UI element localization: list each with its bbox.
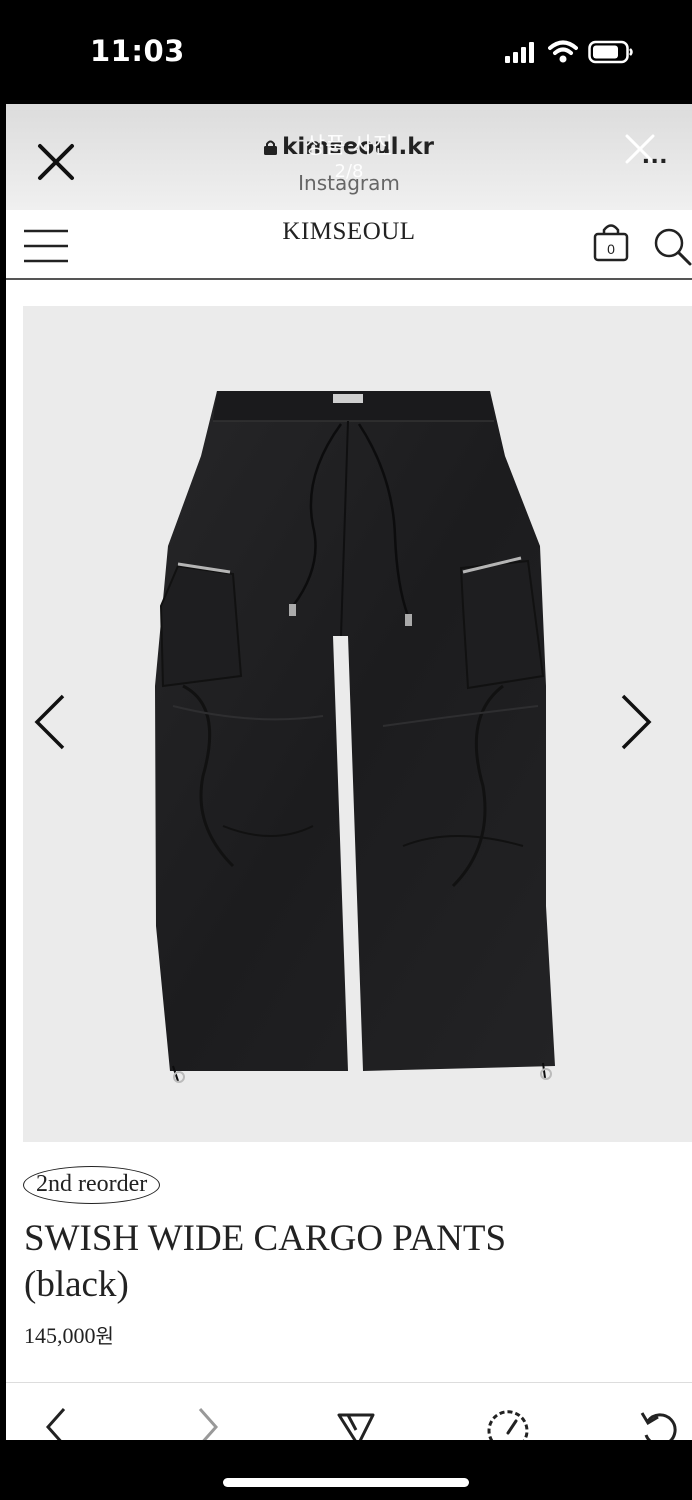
product-image[interactable] [23, 306, 692, 1142]
more-options-button[interactable]: ... [642, 138, 668, 170]
speed-icon[interactable] [486, 1405, 530, 1440]
product-name-line1: SWISH WIDE CARGO PANTS [24, 1218, 507, 1259]
chevron-right-icon[interactable] [616, 692, 656, 752]
price-amount: 145,000 [24, 1323, 96, 1348]
product-name-line2: (black) [24, 1264, 129, 1305]
reorder-badge: 2nd reorder [23, 1166, 161, 1204]
status-bar: 11:03 [0, 0, 692, 104]
signal-icon [505, 42, 534, 63]
product-name: SWISH WIDE CARGO PANTS (black) [24, 1216, 664, 1308]
overlay-counter: 2/8 [334, 161, 364, 182]
battery-icon [588, 40, 633, 64]
home-bar-area [0, 1440, 692, 1500]
price-currency: 원 [95, 1324, 114, 1348]
back-arrow-icon[interactable] [42, 1405, 68, 1440]
app-screen: kimseoul.kr Instagram 상품 사진 2/8 ... 0 KI… [6, 104, 692, 1440]
home-indicator[interactable] [223, 1478, 469, 1487]
brand-logo[interactable]: KIMSEOUL [6, 218, 692, 246]
forward-arrow-icon[interactable] [196, 1405, 222, 1440]
cargo-pants-image [155, 391, 555, 1083]
status-time: 11:03 [90, 34, 185, 68]
reload-icon[interactable] [638, 1405, 680, 1440]
status-icons [504, 38, 634, 66]
chevron-left-icon[interactable] [30, 692, 70, 752]
overlay-title: 상품 사진 [305, 134, 393, 159]
wifi-icon [548, 40, 578, 63]
browser-toolbar [6, 1382, 692, 1440]
browser-header: kimseoul.kr Instagram 상품 사진 2/8 ... [6, 104, 692, 210]
share-icon[interactable] [336, 1405, 376, 1440]
product-price: 145,000원 [24, 1320, 114, 1349]
